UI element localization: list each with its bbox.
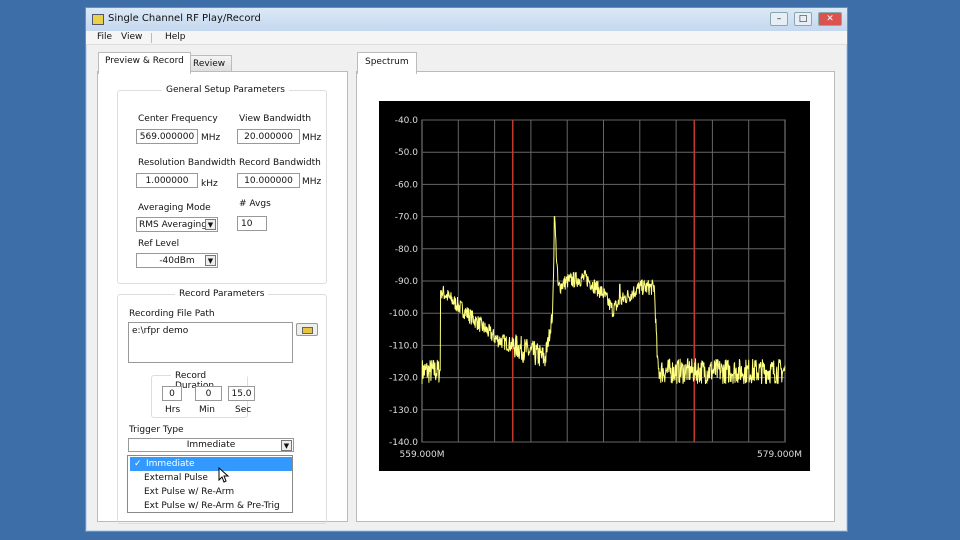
menu-bar: File View Help (86, 31, 847, 45)
option-label: Immediate (146, 459, 195, 469)
y-tick-label: -70.0 (395, 213, 419, 223)
option-immediate[interactable]: ✓ Immediate (130, 457, 292, 471)
menu-help[interactable]: Help (165, 32, 186, 42)
resolution-bandwidth-input[interactable]: 1.000000 (136, 173, 198, 188)
center-frequency-unit: MHz (201, 133, 221, 143)
chevron-down-icon[interactable]: ▼ (205, 255, 216, 266)
sec-label: Sec (235, 405, 252, 415)
y-tick-label: -40.0 (395, 116, 419, 126)
chevron-down-icon[interactable]: ▼ (281, 440, 292, 451)
tab-spectrum[interactable]: Spectrum (357, 52, 417, 74)
y-tick-label: -80.0 (395, 245, 419, 255)
ref-level-label: Ref Level (138, 239, 180, 249)
y-tick-label: -130.0 (389, 406, 418, 416)
tab-preview-record[interactable]: Preview & Record (98, 52, 191, 74)
hrs-label: Hrs (165, 405, 181, 415)
minimize-button[interactable]: – (770, 12, 788, 26)
resolution-bandwidth-label: Resolution Bandwidth (138, 158, 236, 168)
y-tick-label: -110.0 (389, 341, 418, 351)
window-title: Single Channel RF Play/Record (108, 13, 261, 24)
view-bandwidth-label: View Bandwidth (239, 114, 312, 124)
y-tick-label: -140.0 (389, 438, 418, 448)
min-input[interactable]: 0 (195, 386, 222, 401)
sec-input[interactable]: 15.0 (228, 386, 255, 401)
mouse-cursor-icon (218, 467, 230, 483)
x-tick-label: 579.000M (757, 450, 802, 460)
averaging-mode-select[interactable]: RMS Averaging ▼ (136, 217, 218, 232)
menu-divider (151, 33, 152, 43)
record-bandwidth-input[interactable]: 10.000000 (237, 173, 300, 188)
menu-view[interactable]: View (121, 32, 142, 42)
x-tick-label: 559.000M (400, 450, 445, 460)
trigger-type-label: Trigger Type (129, 425, 184, 435)
center-frequency-label: Center Frequency (138, 114, 218, 124)
y-tick-label: -60.0 (395, 180, 419, 190)
browse-button[interactable] (296, 323, 318, 336)
averaging-mode-label: Averaging Mode (138, 203, 211, 213)
trigger-type-dropdown-list: ✓ Immediate External Pulse Ext Pulse w/ R… (127, 455, 293, 513)
num-avgs-label: # Avgs (239, 199, 271, 209)
ref-level-value: -40dBm (159, 256, 195, 266)
option-ext-pulse-rearm-pretrig[interactable]: Ext Pulse w/ Re-Arm & Pre-Trig (128, 499, 290, 513)
option-ext-pulse-rearm[interactable]: Ext Pulse w/ Re-Arm (128, 485, 290, 499)
record-bandwidth-label: Record Bandwidth (239, 158, 321, 168)
trigger-type-select[interactable]: Immediate ▼ (128, 438, 294, 452)
maximize-button[interactable]: □ (794, 12, 812, 26)
y-tick-label: -120.0 (389, 374, 418, 384)
title-bar[interactable]: Single Channel RF Play/Record – □ ✕ (86, 8, 847, 31)
resolution-bandwidth-unit: kHz (201, 179, 218, 189)
min-label: Min (199, 405, 215, 415)
spectrum-chart: -40.0 -50.0 -60.0 -70.0 -80.0 -90.0 -100.0 -110… (379, 101, 810, 471)
y-tick-label: -100.0 (389, 309, 418, 319)
num-avgs-input[interactable]: 10 (237, 216, 267, 231)
trigger-type-value: Immediate (186, 440, 236, 450)
file-path-input[interactable]: e:\rfpr demo (128, 322, 293, 363)
close-button[interactable]: ✕ (818, 12, 842, 26)
hrs-input[interactable]: 0 (162, 386, 182, 401)
center-frequency-input[interactable]: 569.000000 (136, 129, 198, 144)
ref-level-select[interactable]: -40dBm ▼ (136, 253, 218, 268)
spectrum-plot: -40.0 -50.0 -60.0 -70.0 -80.0 -90.0 -100.0 -110… (389, 116, 802, 460)
record-duration-group: Record Duration 0 0 15.0 Hrs Min Sec (151, 371, 255, 418)
view-bandwidth-unit: MHz (302, 133, 322, 143)
record-bandwidth-unit: MHz (302, 177, 322, 187)
y-tick-label: -90.0 (395, 277, 419, 287)
chevron-down-icon[interactable]: ▼ (205, 219, 216, 230)
averaging-mode-value: RMS Averaging (139, 220, 207, 230)
app-icon (92, 14, 104, 25)
folder-open-icon (302, 327, 313, 334)
record-parameters-title: Record Parameters (175, 289, 269, 299)
view-bandwidth-input[interactable]: 20.000000 (237, 129, 300, 144)
option-external-pulse[interactable]: External Pulse (128, 471, 290, 485)
checkmark-icon: ✓ (134, 459, 142, 469)
general-setup-group: General Setup Parameters Center Frequenc… (117, 85, 327, 284)
general-setup-title: General Setup Parameters (162, 85, 289, 95)
y-tick-label: -50.0 (395, 148, 419, 158)
file-path-label: Recording File Path (129, 309, 215, 319)
menu-file[interactable]: File (97, 32, 112, 42)
